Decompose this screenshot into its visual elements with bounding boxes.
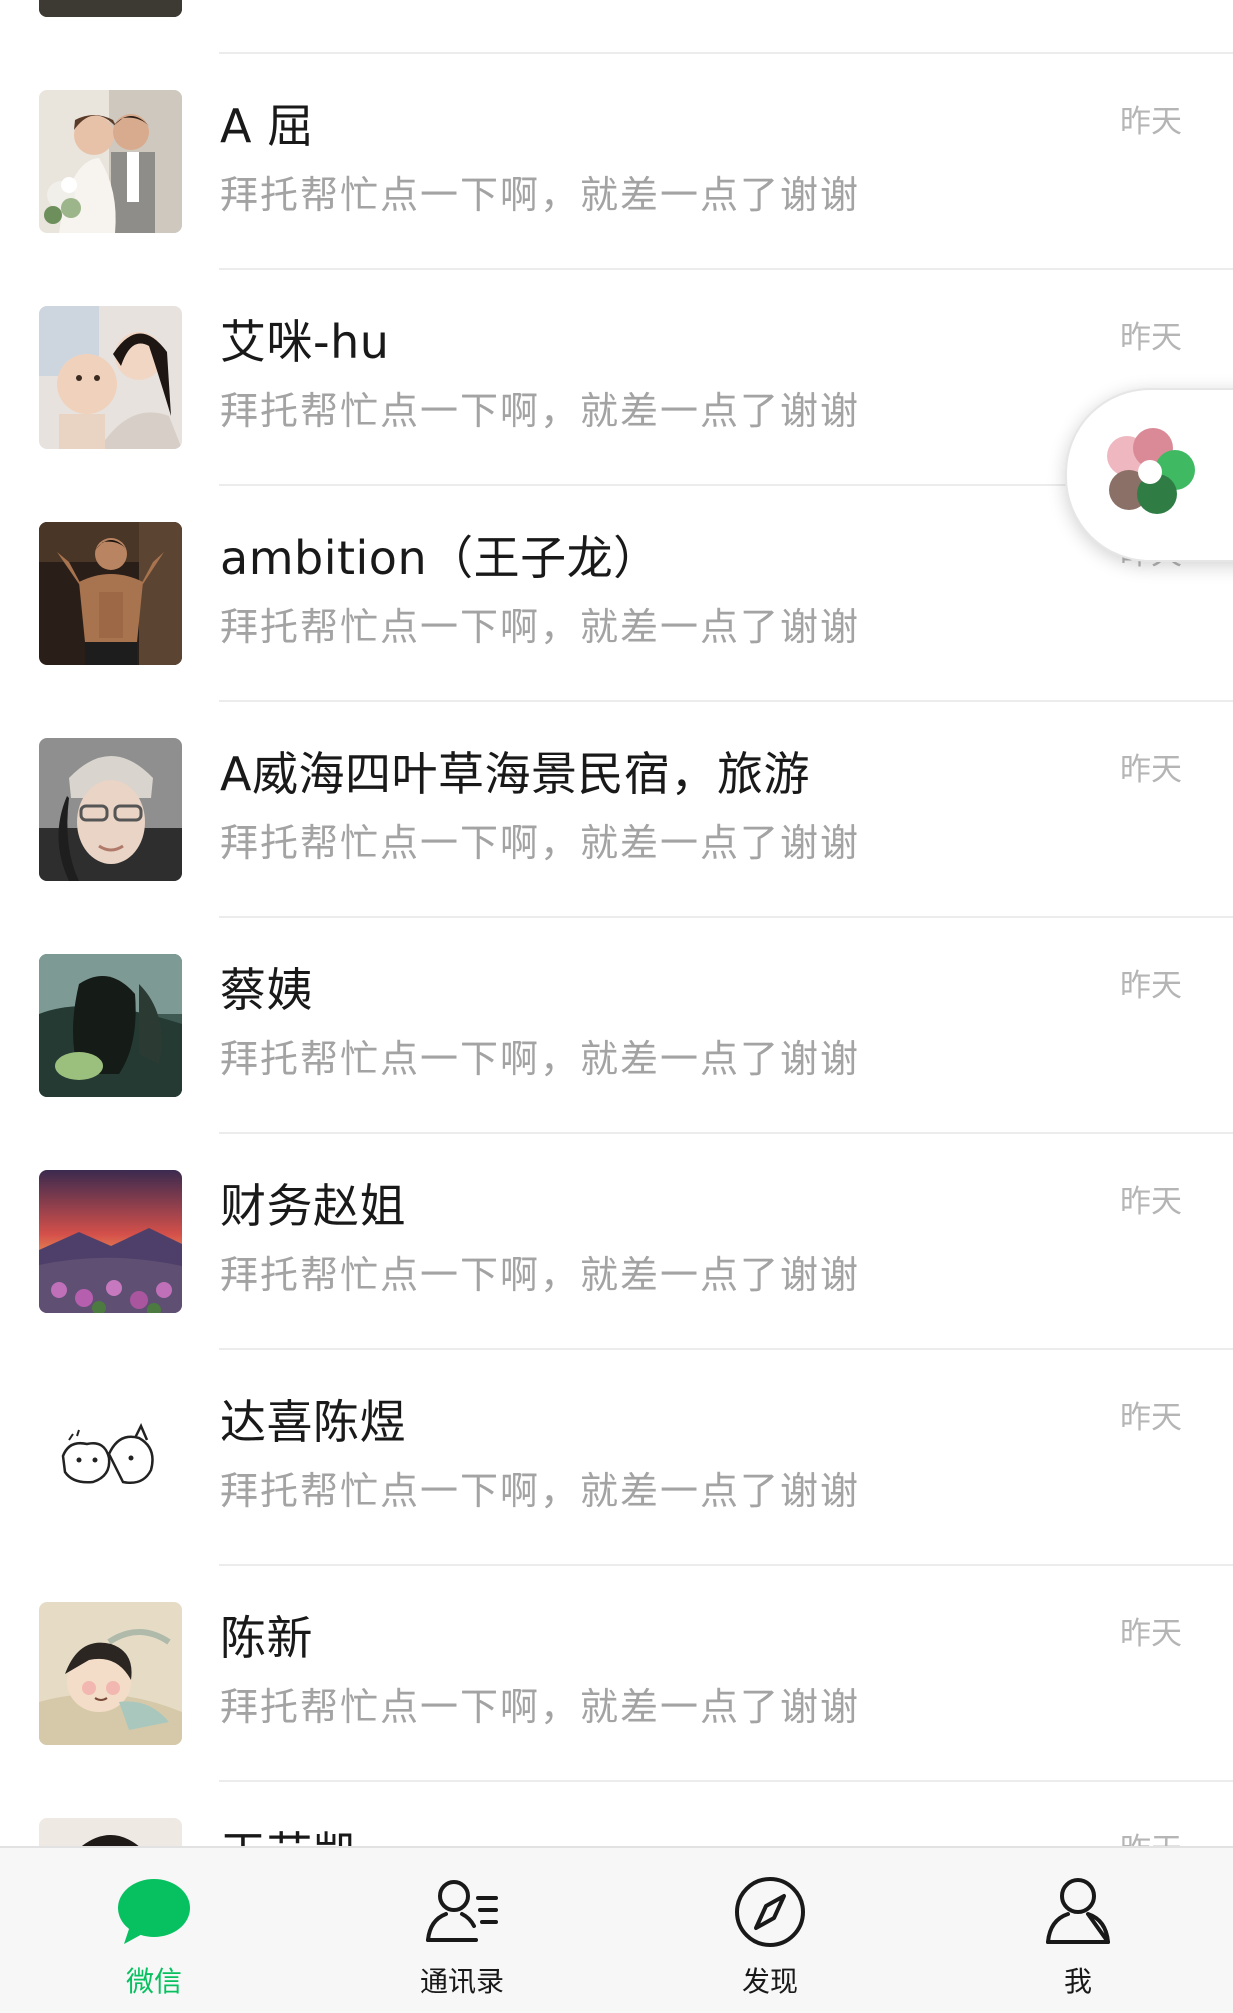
avatar [39, 954, 182, 1097]
contact-name: 艾咪-hu [220, 315, 390, 369]
message-preview: 拜托帮忙点一下啊，就差一点了谢谢 [220, 821, 861, 865]
avatar [39, 1170, 182, 1313]
avatar [39, 1602, 182, 1745]
chat-row[interactable]: 财务赵姐 拜托帮忙点一下啊，就差一点了谢谢 昨天 [0, 1134, 1233, 1350]
chat-row[interactable]: 艾咪-hu 拜托帮忙点一下啊，就差一点了谢谢 昨天 [0, 270, 1233, 486]
compass-icon [732, 1874, 808, 1950]
contact-name: 达喜陈煜 [220, 1395, 406, 1449]
person-icon [1040, 1874, 1116, 1950]
chat-row[interactable]: 陈新 拜托帮忙点一下啊，就差一点了谢谢 昨天 [0, 1566, 1233, 1782]
message-preview: 拜托帮忙点一下啊，就差一点了谢谢 [220, 1037, 861, 1081]
message-time: 昨天 [1120, 752, 1182, 788]
message-preview: 拜托帮忙点一下啊，就差一点了谢谢 [220, 1469, 861, 1513]
tab-label: 发现 [741, 1965, 798, 1998]
tab-contacts[interactable]: 通讯录 [308, 1848, 616, 2013]
tab-chats[interactable]: 微信 [0, 1848, 308, 2013]
chat-row[interactable]: A 屈 拜托帮忙点一下啊，就差一点了谢谢 昨天 [0, 54, 1233, 270]
tab-label: 通讯录 [419, 1965, 504, 1998]
tab-label: 微信 [125, 1965, 182, 1998]
message-preview: 拜托帮忙点一下啊，就差一点了谢谢 [220, 605, 861, 649]
contacts-icon [424, 1874, 500, 1950]
chat-bubble-icon [116, 1874, 192, 1950]
contact-name: 财务赵姐 [220, 1179, 406, 1233]
chat-row-partial-top[interactable] [0, 0, 1233, 54]
message-time: 昨天 [1120, 104, 1182, 140]
tab-me[interactable]: 我 [924, 1848, 1232, 2013]
message-time: 昨天 [1120, 1830, 1182, 1846]
chat-row[interactable]: ambition（王子龙） 拜托帮忙点一下啊，就差一点了谢谢 昨天 [0, 486, 1233, 702]
bottom-tab-bar: 微信 通讯录 发现 我 [0, 1846, 1233, 2013]
chat-row[interactable]: A威海四叶草海景民宿，旅游 拜托帮忙点一下啊，就差一点了谢谢 昨天 [0, 702, 1233, 918]
contact-name: ambition（王子龙） [220, 531, 660, 585]
floating-window-button[interactable] [1065, 388, 1233, 562]
chat-row[interactable]: 达喜陈煜 拜托帮忙点一下啊，就差一点了谢谢 昨天 [0, 1350, 1233, 1566]
message-preview: 拜托帮忙点一下啊，就差一点了谢谢 [220, 1685, 861, 1729]
chat-row[interactable]: 蔡姨 拜托帮忙点一下啊，就差一点了谢谢 昨天 [0, 918, 1233, 1134]
message-time: 昨天 [1120, 320, 1182, 356]
message-preview: 拜托帮忙点一下啊，就差一点了谢谢 [220, 389, 861, 433]
message-time: 昨天 [1120, 1616, 1182, 1652]
avatar [39, 738, 182, 881]
chat-list: A 屈 拜托帮忙点一下啊，就差一点了谢谢 昨天 艾咪-hu 拜托帮忙点一下啊，就… [0, 0, 1233, 1846]
chat-row-partial-bottom[interactable]: 王芸凯 昨天 [0, 1782, 1233, 1846]
floating-window-icon [1107, 428, 1195, 514]
avatar [39, 1818, 182, 1846]
tab-label: 我 [1063, 1965, 1092, 1998]
message-time: 昨天 [1120, 968, 1182, 1004]
message-preview: 拜托帮忙点一下啊，就差一点了谢谢 [220, 173, 861, 217]
contact-name: 陈新 [220, 1611, 313, 1665]
wechat-chat-screen: A 屈 拜托帮忙点一下啊，就差一点了谢谢 昨天 艾咪-hu 拜托帮忙点一下啊，就… [0, 0, 1233, 2013]
avatar [39, 0, 182, 17]
avatar [39, 522, 182, 665]
tab-discover[interactable]: 发现 [616, 1848, 924, 2013]
avatar [39, 90, 182, 233]
contact-name: A 屈 [220, 99, 314, 153]
message-time: 昨天 [1120, 1400, 1182, 1436]
avatar [39, 1386, 182, 1529]
contact-name: 蔡姨 [220, 963, 313, 1017]
avatar [39, 306, 182, 449]
message-preview: 拜托帮忙点一下啊，就差一点了谢谢 [220, 1253, 861, 1297]
contact-name: A威海四叶草海景民宿，旅游 [220, 747, 810, 801]
contact-name: 王芸凯 [220, 1824, 360, 1846]
message-time: 昨天 [1120, 1184, 1182, 1220]
